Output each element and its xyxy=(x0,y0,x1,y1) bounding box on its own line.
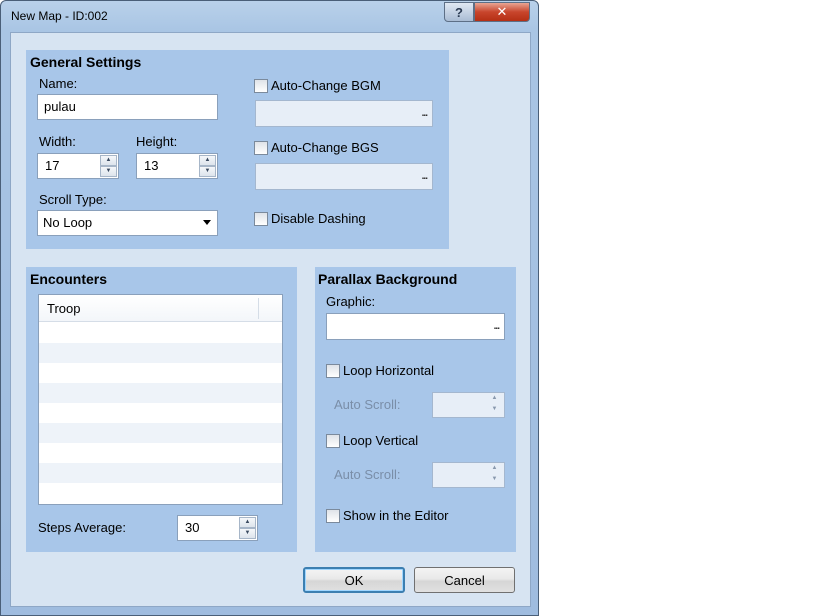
general-settings-group: General Settings Name: pulau Width: 17 ▲… xyxy=(26,50,449,249)
auto-change-bgm-checkbox[interactable]: Auto-Change BGM xyxy=(254,78,381,93)
down-arrow-icon[interactable]: ▼ xyxy=(100,166,117,177)
auto-scroll-horizontal-stepper: ▲ ▼ xyxy=(432,392,505,418)
title-bar[interactable]: New Map - ID:002 ? ✕ xyxy=(1,1,538,31)
up-arrow-icon: ▲ xyxy=(491,465,498,471)
ok-button[interactable]: OK xyxy=(303,567,405,593)
troop-list-header: Troop xyxy=(39,295,282,322)
auto-change-bgs-checkbox[interactable]: Auto-Change BGS xyxy=(254,140,379,155)
down-arrow-icon: ▼ xyxy=(491,476,498,482)
up-arrow-icon[interactable]: ▲ xyxy=(239,517,256,528)
checkbox-box[interactable] xyxy=(326,508,340,523)
width-value: 17 xyxy=(45,158,60,173)
parallax-background-title: Parallax Background xyxy=(318,271,458,287)
steps-average-value: 30 xyxy=(185,520,200,535)
height-label: Height: xyxy=(136,134,178,149)
bgs-picker: ... xyxy=(255,163,433,190)
width-stepper[interactable]: 17 ▲ ▼ xyxy=(37,153,119,179)
auto-scroll-vertical-label: Auto Scroll: xyxy=(334,467,401,482)
column-separator xyxy=(258,298,259,319)
bgm-picker: ... xyxy=(255,100,433,127)
ellipsis-icon: ... xyxy=(421,171,428,182)
steps-average-label: Steps Average: xyxy=(38,520,126,535)
list-item[interactable] xyxy=(39,403,282,423)
troop-list[interactable]: Troop xyxy=(38,294,283,505)
height-stepper[interactable]: 13 ▲ ▼ xyxy=(136,153,218,179)
encounters-title: Encounters xyxy=(30,271,108,287)
checkbox-box[interactable] xyxy=(254,78,268,93)
new-map-dialog: New Map - ID:002 ? ✕ General Settings Na… xyxy=(0,0,539,616)
scroll-type-label: Scroll Type: xyxy=(39,192,107,207)
ellipsis-icon[interactable]: ... xyxy=(494,318,500,336)
name-label: Name: xyxy=(39,76,78,91)
down-arrow-icon[interactable]: ▼ xyxy=(239,528,256,539)
disable-dashing-checkbox[interactable]: Disable Dashing xyxy=(254,211,366,226)
loop-vertical-checkbox[interactable]: Loop Vertical xyxy=(326,433,418,448)
steps-average-stepper[interactable]: 30 ▲ ▼ xyxy=(177,515,258,541)
loop-vertical-label: Loop Vertical xyxy=(343,433,419,448)
graphic-label: Graphic: xyxy=(326,294,376,309)
down-arrow-icon: ▼ xyxy=(491,406,498,412)
cancel-button[interactable]: Cancel xyxy=(414,567,515,593)
list-item[interactable] xyxy=(39,323,282,343)
checkbox-box[interactable] xyxy=(254,140,268,155)
height-value: 13 xyxy=(144,158,159,173)
auto-scroll-horizontal-label: Auto Scroll: xyxy=(334,397,401,412)
list-item[interactable] xyxy=(39,423,282,443)
up-arrow-icon[interactable]: ▲ xyxy=(100,155,117,166)
width-label: Width: xyxy=(39,134,76,149)
dialog-client-area: General Settings Name: pulau Width: 17 ▲… xyxy=(10,32,531,607)
down-arrow-icon[interactable]: ▼ xyxy=(199,166,216,177)
loop-horizontal-checkbox[interactable]: Loop Horizontal xyxy=(326,363,434,378)
show-in-editor-checkbox[interactable]: Show in the Editor xyxy=(326,508,449,523)
parallax-background-group: Parallax Background Graphic: ... Loop Ho… xyxy=(315,267,516,552)
close-button[interactable]: ✕ xyxy=(474,2,530,22)
name-input[interactable]: pulau xyxy=(37,94,218,120)
window-title: New Map - ID:002 xyxy=(11,9,108,23)
general-settings-title: General Settings xyxy=(30,54,142,70)
checkbox-box[interactable] xyxy=(254,211,268,226)
list-item[interactable] xyxy=(39,343,282,363)
up-arrow-icon: ▲ xyxy=(491,395,498,401)
auto-change-bgm-label: Auto-Change BGM xyxy=(271,78,381,93)
help-button[interactable]: ? xyxy=(444,2,474,22)
up-arrow-icon[interactable]: ▲ xyxy=(199,155,216,166)
auto-scroll-vertical-stepper: ▲ ▼ xyxy=(432,462,505,488)
list-item[interactable] xyxy=(39,363,282,383)
chevron-down-icon xyxy=(203,220,211,225)
ellipsis-icon: ... xyxy=(421,108,428,119)
loop-horizontal-label: Loop Horizontal xyxy=(343,363,435,378)
encounters-group: Encounters Troop Steps Average: 30 ▲ ▼ xyxy=(26,267,297,552)
scroll-type-select[interactable]: No Loop xyxy=(37,210,218,236)
list-item[interactable] xyxy=(39,463,282,483)
disable-dashing-label: Disable Dashing xyxy=(271,211,366,226)
list-item[interactable] xyxy=(39,443,282,463)
troop-column-header[interactable]: Troop xyxy=(47,301,80,316)
checkbox-box[interactable] xyxy=(326,433,340,448)
scroll-type-value: No Loop xyxy=(43,215,93,230)
show-in-editor-label: Show in the Editor xyxy=(343,508,449,523)
list-item[interactable] xyxy=(39,483,282,503)
graphic-picker[interactable]: ... xyxy=(326,313,505,340)
checkbox-box[interactable] xyxy=(326,363,340,378)
list-item[interactable] xyxy=(39,383,282,403)
auto-change-bgs-label: Auto-Change BGS xyxy=(271,140,379,155)
